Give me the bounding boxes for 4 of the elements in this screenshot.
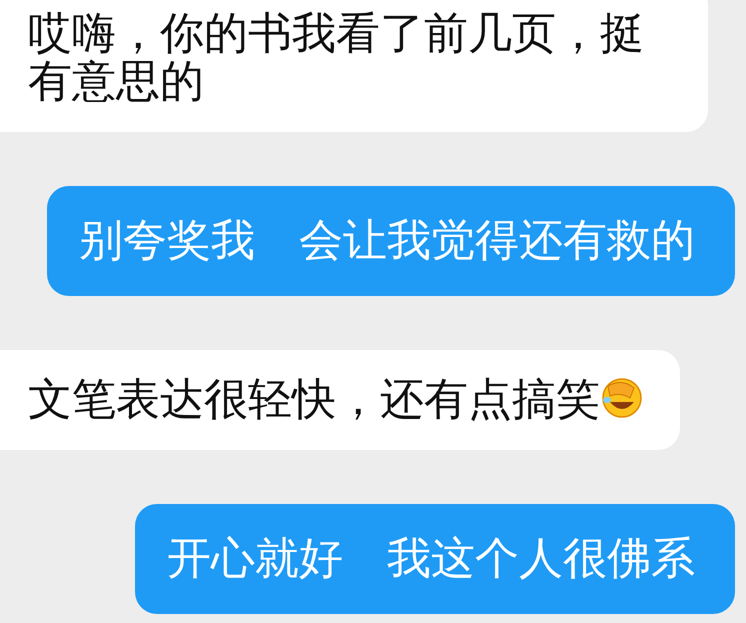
message-text: 开心就好 我这个人很佛系 <box>167 533 695 584</box>
message-text: 别夸奖我 会让我觉得还有救的 <box>79 215 695 266</box>
message-text: 文笔表达很轻快，还有点搞笑 <box>28 374 600 425</box>
message-text: 哎嗨，你的书我看了前几页，挺有意思的 <box>28 8 644 107</box>
